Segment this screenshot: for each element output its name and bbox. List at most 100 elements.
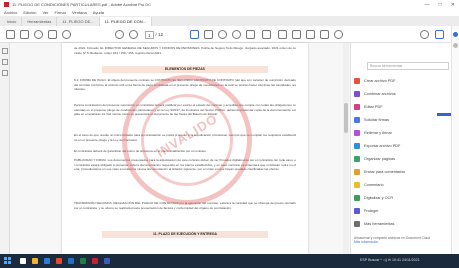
close-button[interactable]: ✕ [451,2,455,8]
tool-organize-pages[interactable]: Organizar páginas [354,153,450,165]
vertical-scrollbar[interactable] [343,43,349,254]
tool-label: Más herramientas [364,222,395,226]
word-icon[interactable] [68,258,74,264]
tool-more-tools[interactable]: Más herramientas [354,218,450,230]
zoom-level-dropdown[interactable] [246,30,255,39]
stamp-icon[interactable] [320,30,329,39]
help-icon[interactable] [420,30,429,39]
combine-files-icon [354,91,360,97]
tool-scan-ocr[interactable]: Digitalizar y OCR [354,192,450,204]
select-cursor-icon[interactable] [190,30,199,39]
page-total: / 12 [155,32,164,37]
edit-pdf-icon [354,104,360,110]
highlight-icon[interactable] [292,30,301,39]
tab-tools[interactable]: Herramientas [22,17,58,26]
tool-comment[interactable]: Comentario [354,179,450,191]
tool-combine-files[interactable]: Combinar archivos [354,88,450,100]
windows-start-icon[interactable] [4,257,12,265]
tab-document-1[interactable]: 11. PLIEGO DE... [57,17,100,26]
selection-marker [437,113,451,116]
share-icon[interactable] [435,30,444,39]
tool-export-pdf[interactable]: Exportar archivo PDF [354,140,450,152]
zoom-out-icon[interactable] [218,30,227,39]
tool-protect[interactable]: Proteger [354,205,450,217]
tool-request-signatures[interactable]: Solicitar firmas [354,114,450,126]
comment-tool-icon [354,182,360,188]
search-taskbar-icon[interactable] [20,258,26,264]
watermark-stamp: INVALIDO [122,75,252,205]
toolbar: 1 / 12 [0,26,459,43]
system-tray[interactable]: ESP Buscar ^ ◁) ✉ 10:41 24/11/2021 [360,258,420,262]
title-bar: 11. PLIEGO DE CONDICIONES PARTICULARES.p… [0,0,459,9]
request-signatures-icon [354,117,360,123]
learn-more-link[interactable]: Más información [354,240,449,244]
more-tools-icon [354,221,360,227]
right-edge-strip [451,26,459,254]
maximize-button[interactable]: □ [439,2,442,8]
page-indicator: 1 / 12 [145,30,185,39]
menu-sign[interactable]: Firmar [54,10,66,15]
page-number-input[interactable]: 1 [145,30,154,39]
organize-pages-icon [354,156,360,162]
zoom-in-icon[interactable] [232,30,241,39]
page-down-icon[interactable] [129,30,138,39]
protect-icon [354,208,360,214]
minimize-button[interactable]: — [425,2,430,8]
tool-send-for-comments[interactable]: Enviar para comentarios [354,166,450,178]
tool-label: Solicitar firmas [364,118,389,122]
tool-label: Organizar páginas [364,157,396,161]
acrobat-taskbar-icon[interactable] [92,258,98,264]
tool-label: Editar PDF [364,105,383,109]
export-pdf-icon [354,143,360,149]
scrollbar-thumb[interactable] [344,103,348,133]
account-icon[interactable] [453,32,458,37]
menu-view[interactable]: Ver [42,10,48,15]
menu-help[interactable]: Ayuda [93,10,104,15]
tab-document-2[interactable]: 11. PLIEGO DE CON... [99,17,152,26]
tool-label: Rellenar y firmar [364,131,392,135]
attachments-icon[interactable] [2,70,8,76]
outlook-icon[interactable] [104,258,110,264]
search-icon[interactable] [62,30,71,39]
bookmarks-icon[interactable] [2,59,8,65]
notifications-icon[interactable] [453,43,458,48]
sign-icon[interactable] [334,30,343,39]
menu-edit[interactable]: Edición [23,10,36,15]
tab-home[interactable]: Inicio [2,17,23,26]
document-heading: 11. PLAZO DE EJECUCIÓN Y ENTREGA [102,231,268,238]
page-thumbnails-icon[interactable] [2,48,8,54]
tool-label: Exportar archivo PDF [364,144,401,148]
excel-icon[interactable] [80,258,86,264]
page-up-icon[interactable] [115,30,124,39]
tool-label: Comentario [364,183,384,187]
print-icon[interactable] [20,30,29,39]
tool-fill-and-sign[interactable]: Rellenar y firmar [354,127,450,139]
acrobat-app-icon [4,2,9,7]
fill-and-sign-icon [354,130,360,136]
file-explorer-icon[interactable] [32,258,38,264]
tool-label: Combinar archivos [364,92,396,96]
tools-search-input[interactable]: Buscar herramientas [367,62,449,70]
tool-label: Crear archivo PDF [364,79,396,83]
chrome-icon[interactable] [56,258,62,264]
upload-icon[interactable] [34,30,43,39]
hand-tool-icon[interactable] [204,30,213,39]
menu-window[interactable]: Ventana [72,10,87,15]
tool-create-pdf[interactable]: Crear archivo PDF [354,75,450,87]
create-pdf-icon [354,78,360,84]
document-cloud-promo: Almacenar y compartir archivos en Docume… [354,236,449,244]
tool-edit-pdf[interactable]: Editar PDF [354,101,450,113]
document-area: de 2021. Firmado: EL DIRECTOR GENERAL DE… [10,43,350,254]
edge-browser-icon[interactable] [44,258,50,264]
save-icon[interactable] [6,30,15,39]
left-navigation-rail [0,43,10,254]
window-title: 11. PLIEGO DE CONDICIONES PARTICULARES.p… [12,2,152,7]
draw-icon[interactable] [306,30,315,39]
mail-icon[interactable] [48,30,57,39]
tab-bar: Inicio Herramientas 11. PLIEGO DE... 11.… [0,16,459,26]
tool-label: Proteger [364,209,379,213]
comment-icon[interactable] [278,30,287,39]
document-paragraph: de 2021. Firmado: EL DIRECTOR GENERAL DE… [74,46,296,55]
menu-file[interactable]: Archivo [4,10,17,15]
fit-page-icon[interactable] [262,30,271,39]
